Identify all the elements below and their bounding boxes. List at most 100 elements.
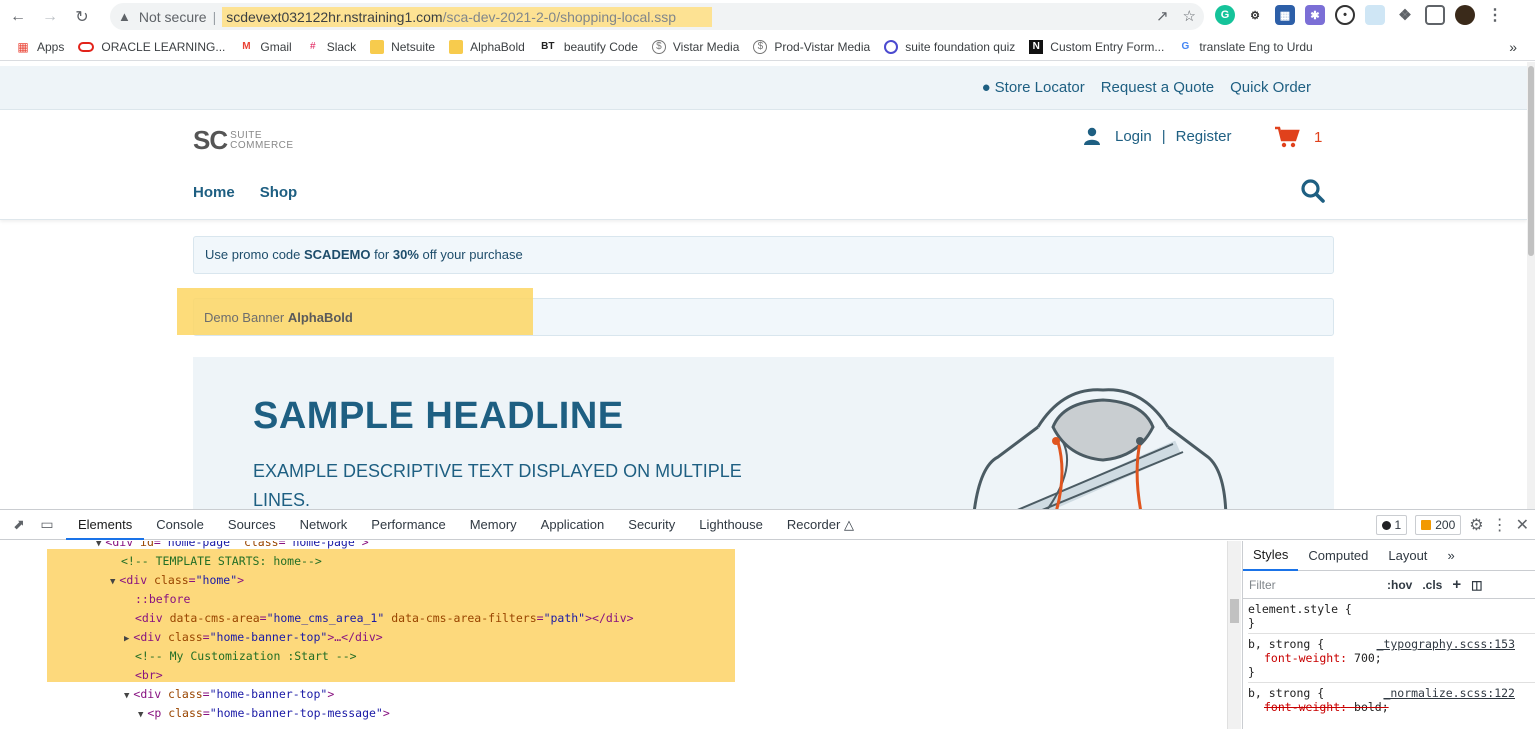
expand-triangle-icon[interactable]: ▼ (138, 710, 143, 720)
error-count-badge[interactable]: 1 (1375, 515, 1408, 535)
dom-scrollbar[interactable] (1227, 541, 1241, 729)
add-rule-icon[interactable]: + (1452, 576, 1461, 593)
tab-memory[interactable]: Memory (458, 510, 529, 540)
hero-banner: SAMPLE HEADLINE EXAMPLE DESCRIPTIVE TEXT… (193, 357, 1334, 509)
bookmark-prod-vistar[interactable]: $ Prod-Vistar Media (753, 39, 870, 54)
bookmark-beautify[interactable]: BT beautify Code (539, 40, 638, 54)
request-quote-link[interactable]: Request a Quote (1101, 79, 1214, 96)
tab-network[interactable]: Network (288, 510, 360, 540)
tab-recorder[interactable]: Recorder △ (775, 510, 866, 540)
bookmark-custom-entry[interactable]: N Custom Entry Form... (1029, 39, 1164, 54)
page-scrollbar[interactable] (1527, 62, 1535, 509)
tab-sources[interactable]: Sources (216, 510, 288, 540)
bookmark-slack[interactable]: # Slack (306, 40, 356, 54)
tab-elements[interactable]: Elements (66, 510, 145, 540)
rule-property[interactable]: font-weight (1264, 651, 1340, 665)
close-devtools-icon[interactable]: ✕ (1516, 515, 1529, 535)
dom-line[interactable]: ▼ <div id="home-page" class="home-page"> (96, 541, 369, 552)
expand-triangle-icon[interactable]: ▼ (110, 577, 115, 587)
toggle-sidebar-icon[interactable]: ◫ (1471, 578, 1482, 592)
page-scrollbar-thumb[interactable] (1528, 66, 1534, 256)
dom-line[interactable]: <br> (135, 666, 163, 685)
bookmark-apps[interactable]: ▦ Apps (16, 40, 64, 54)
tab-styles[interactable]: Styles (1243, 541, 1299, 571)
dom-scrollbar-thumb[interactable] (1230, 599, 1239, 623)
promo-code: SCADEMO (304, 247, 371, 262)
avatar[interactable] (1455, 5, 1475, 25)
reload-icon[interactable]: ↻ (68, 3, 96, 31)
bookmark-quiz[interactable]: suite foundation quiz (884, 39, 1015, 54)
store-locator-link[interactable]: ● Store Locator (982, 79, 1085, 96)
tab-performance[interactable]: Performance (359, 510, 457, 540)
dom-comment[interactable]: <!-- TEMPLATE STARTS: home--> (121, 552, 322, 571)
grammarly-icon[interactable]: G (1215, 5, 1235, 25)
dom-line[interactable]: ▼ <div class="home"> (110, 571, 244, 590)
dom-line[interactable]: ▼ <p class="home-banner-top-message"> (138, 704, 390, 723)
dom-comment[interactable]: <!-- My Customization :Start --> (135, 647, 357, 666)
bookmark-gmail[interactable]: M Gmail (239, 40, 292, 54)
hov-toggle[interactable]: :hov (1387, 578, 1412, 592)
star-icon[interactable]: ☆ (1183, 7, 1196, 25)
omnibox-divider: | (212, 8, 217, 25)
rule-source-link[interactable]: _normalize.scss:122 (1383, 686, 1515, 700)
puzzle-icon[interactable]: ❖ (1395, 5, 1415, 25)
warning-count-badge[interactable]: 200 (1415, 515, 1462, 535)
tab-lighthouse[interactable]: Lighthouse (687, 510, 775, 540)
tab-recorder-label: Recorder (786, 516, 841, 532)
style-rule[interactable]: b, strong {_normalize.scss:122 font-weig… (1248, 683, 1535, 717)
bookmark-oracle[interactable]: ORACLE LEARNING... (78, 40, 225, 54)
nav-shop[interactable]: Shop (260, 184, 298, 201)
tab-console[interactable]: Console (144, 510, 216, 540)
bookmark-netsuite[interactable]: Netsuite (370, 39, 435, 54)
styles-filter-input[interactable]: Filter (1249, 578, 1377, 592)
dom-line[interactable]: <div data-cms-area="home_cms_area_1" dat… (135, 609, 634, 628)
tab-security[interactable]: Security (616, 510, 687, 540)
address-bar[interactable]: ▲ Not secure | scdevext032122hr.nstraini… (110, 3, 1204, 30)
bookmarks-overflow-icon[interactable]: » (1509, 39, 1517, 55)
cls-toggle[interactable]: .cls (1422, 578, 1442, 592)
collapsed-triangle-icon[interactable]: ▶ (124, 634, 129, 644)
rule-property[interactable]: font-weight (1264, 700, 1340, 714)
style-rule[interactable]: b, strong {_typography.scss:153 font-wei… (1248, 634, 1535, 683)
share-icon[interactable]: ↗ (1156, 7, 1169, 25)
tab-layout[interactable]: Layout (1378, 542, 1437, 570)
bookmark-alphabold[interactable]: AlphaBold (449, 39, 525, 54)
expand-triangle-icon[interactable]: ▼ (124, 691, 129, 701)
expand-triangle-icon[interactable]: ▼ (96, 541, 101, 549)
cart-button[interactable]: 1 (1274, 126, 1322, 148)
suitecommerce-logo[interactable]: SC SUITE COMMERCE (193, 125, 294, 156)
forward-arrow-icon[interactable]: → (36, 3, 64, 31)
styles-overflow-icon[interactable]: » (1437, 542, 1464, 570)
search-icon[interactable] (1300, 178, 1326, 204)
more-vert-icon[interactable]: ⋮ (1485, 5, 1505, 25)
style-rule[interactable]: element.style { } (1248, 599, 1535, 634)
extension-icon-1[interactable]: ⚙ (1245, 5, 1265, 25)
dom-line[interactable]: ▼ <div class="home-banner-top"> (124, 685, 334, 704)
login-link[interactable]: Login (1115, 128, 1152, 145)
rule-value[interactable]: 700; (1354, 651, 1382, 665)
dom-line[interactable]: ▶ <div class="home-banner-top">…</div> (124, 628, 383, 647)
nav-home[interactable]: Home (193, 184, 235, 201)
rule-value[interactable]: bold; (1354, 700, 1389, 714)
extension-icon-3[interactable]: ✱ (1305, 5, 1325, 25)
url-text[interactable]: scdevext032122hr.nstraining1.com/sca-dev… (222, 6, 713, 27)
devtools-panel: ⬈ ▭ Elements Console Sources Network Per… (0, 509, 1535, 729)
extension-icon-2[interactable]: ▦ (1275, 5, 1295, 25)
settings-gear-icon[interactable]: ⚙ (1469, 515, 1483, 535)
styles-filter-bar: Filter :hov .cls + ◫ (1243, 571, 1535, 599)
tab-computed[interactable]: Computed (1298, 542, 1378, 570)
extension-icon-5[interactable] (1365, 5, 1385, 25)
sidepanel-icon[interactable] (1425, 5, 1445, 25)
quick-order-link[interactable]: Quick Order (1230, 79, 1311, 96)
device-toolbar-icon[interactable]: ▭ (38, 516, 56, 534)
tab-application[interactable]: Application (529, 510, 617, 540)
back-arrow-icon[interactable]: ← (4, 3, 32, 31)
inspect-element-icon[interactable]: ⬈ (10, 516, 28, 534)
rule-source-link[interactable]: _typography.scss:153 (1377, 637, 1515, 651)
dom-pseudo[interactable]: ::before (135, 590, 190, 609)
register-link[interactable]: Register (1176, 128, 1232, 145)
bookmark-translate[interactable]: Gtranslate Eng to Urdu (1178, 40, 1312, 54)
extension-icon-4[interactable]: • (1335, 5, 1355, 25)
devtools-more-icon[interactable]: ⋮ (1492, 515, 1508, 535)
bookmark-vistar[interactable]: $ Vistar Media (651, 39, 739, 54)
